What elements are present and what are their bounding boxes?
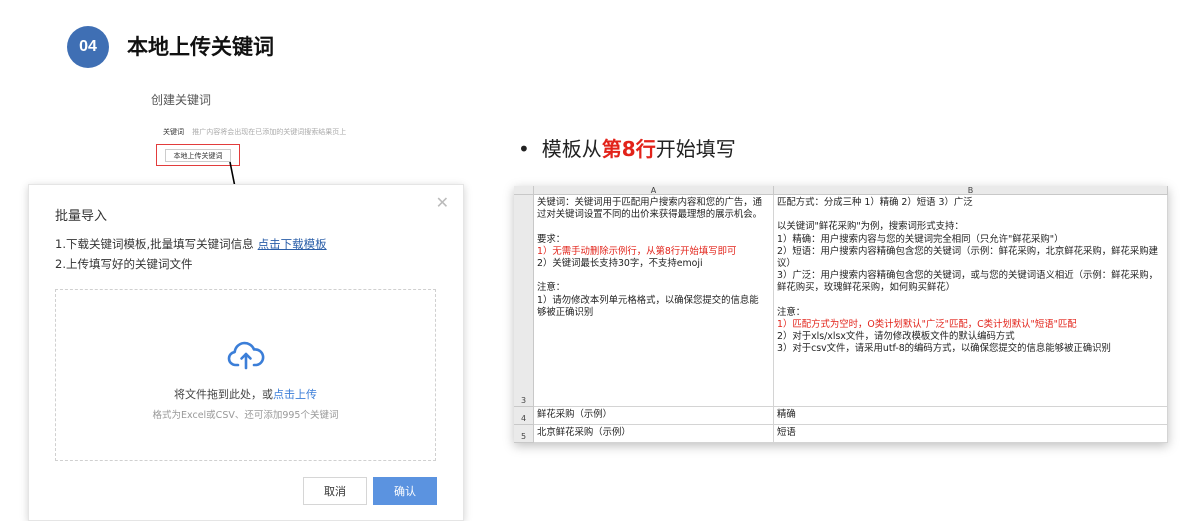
cell-line: 议） <box>777 258 796 269</box>
cell-b5[interactable]: 短语 <box>774 425 1168 443</box>
cell-line <box>777 209 1164 221</box>
dialog-title: 批量导入 <box>55 209 108 224</box>
cell-line: 鲜花购买，玫瑰鲜花采购，如何购买鲜花） <box>777 282 956 294</box>
cell-a5-text: 北京鲜花采购（示例） <box>537 427 631 439</box>
cell-a4-text: 鲜花采购（示例） <box>537 409 613 421</box>
drop-text: 将文件拖到此处，或 <box>174 388 273 401</box>
cell-line: 1）精确：用户搜索内容与您的关键词完全相同（只允许"鲜花采购"） <box>777 233 1064 245</box>
cell-line <box>537 270 770 282</box>
cell-line: 3）对于csv文件，请采用utf-8的编码方式，以确保您提交的信息能够被正确识别 <box>777 343 1111 355</box>
column-header-a[interactable]: A <box>534 186 774 195</box>
note-emphasis: 第8行 <box>601 137 656 161</box>
cell-line: 1）无需手动删除示例行，从第8行开始填写即可 <box>537 245 737 257</box>
note-prefix: 模板从 <box>541 137 602 161</box>
cell-b3-match-types[interactable]: 匹配方式：分成三种 1）精确 2）短语 3）广泛 以关键词"鲜花采购"为例，搜索词… <box>774 195 1168 407</box>
cell-line: 关键词：关键词用于匹配用户搜索内容和您的广告，通 <box>537 197 763 208</box>
note-suffix: 开始填写 <box>655 137 736 161</box>
cell-line: 够被正确识别 <box>537 306 594 318</box>
click-upload-link[interactable]: 点击上传 <box>273 388 317 401</box>
row-header-3[interactable]: 3 <box>514 195 534 407</box>
cell-line: 注意： <box>777 306 806 318</box>
bullet-dot: • <box>518 137 530 161</box>
cell-line: 3）广泛：用户搜索内容精确包含您的关键词，或与您的关键词语义相近（示例：鲜花采购… <box>777 270 1158 282</box>
cell-line: 2）关键词最长支持30字，不支持emoji <box>537 258 703 269</box>
cloud-upload-icon <box>227 341 265 370</box>
batch-import-dialog: 批量导入 ✕ 1.下载关键词模板,批量填写关键词信息 点击下载模板 2.上传填写好… <box>28 184 464 521</box>
cell-b4[interactable]: 精确 <box>774 407 1168 425</box>
cell-line <box>777 295 1164 307</box>
cancel-button[interactable]: 取消 <box>303 477 367 505</box>
template-spreadsheet: A B 3 4 5 关键词：关键词用于匹配用户搜索内容和您的广告，通 过对关键词设… <box>514 186 1168 443</box>
cell-a5[interactable]: 北京鲜花采购（示例） <box>534 425 774 443</box>
cell-line: 要求： <box>537 233 566 245</box>
cell-a3-instructions[interactable]: 关键词：关键词用于匹配用户搜索内容和您的广告，通 过对关键词设置不同的出价来获得最… <box>534 195 774 407</box>
confirm-button[interactable]: 确认 <box>373 477 437 505</box>
cell-line: 2）短语：用户搜索内容精确包含您的关键词（示例：鲜花采购，北京鲜花采购，鲜花采购… <box>777 245 1158 257</box>
cell-line <box>537 221 770 233</box>
cell-line: 1）匹配方式为空时，O类计划默认"广泛"匹配，C类计划默认"短语"匹配 <box>777 319 1077 330</box>
cell-line: 过对关键词设置不同的出价来获得最理想的展示机会。 <box>537 209 763 221</box>
drop-instruction: 将文件拖到此处，或点击上传 <box>56 386 435 402</box>
row-header-5[interactable]: 5 <box>514 425 534 443</box>
cell-line: 注意： <box>537 282 566 294</box>
step1-text: 1.下载关键词模板,批量填写关键词信息 <box>55 237 254 251</box>
cell-line: 以关键词"鲜花采购"为例，搜索词形式支持： <box>777 221 964 233</box>
template-note: • 模板从第8行开始填写 <box>518 133 736 162</box>
cell-line: 2）对于xls/xlsx文件，请勿修改模板文件的默认编码方式 <box>777 331 1015 343</box>
cell-b4-text: 精确 <box>777 409 796 421</box>
step-upload-file: 2.上传填写好的关键词文件 <box>55 257 193 271</box>
download-template-link[interactable]: 点击下载模板 <box>258 237 327 251</box>
step-download-template: 1.下载关键词模板,批量填写关键词信息 点击下载模板 <box>55 236 327 252</box>
sheet-corner <box>514 186 534 195</box>
close-icon[interactable]: ✕ <box>436 193 449 212</box>
file-dropzone[interactable]: 将文件拖到此处，或点击上传 格式为Excel或CSV、还可添加995个关键词 <box>55 289 436 461</box>
cell-line: 1）请勿修改本列单元格格式，以确保您提交的信息能 <box>537 294 759 306</box>
column-header-b[interactable]: B <box>774 186 1168 195</box>
cell-line: 匹配方式：分成三种 1）精确 2）短语 3）广泛 <box>777 197 973 208</box>
cell-b5-text: 短语 <box>777 427 796 439</box>
row-header-4[interactable]: 4 <box>514 407 534 425</box>
cell-a4[interactable]: 鲜花采购（示例） <box>534 407 774 425</box>
file-format-hint: 格式为Excel或CSV、还可添加995个关键词 <box>152 410 339 421</box>
